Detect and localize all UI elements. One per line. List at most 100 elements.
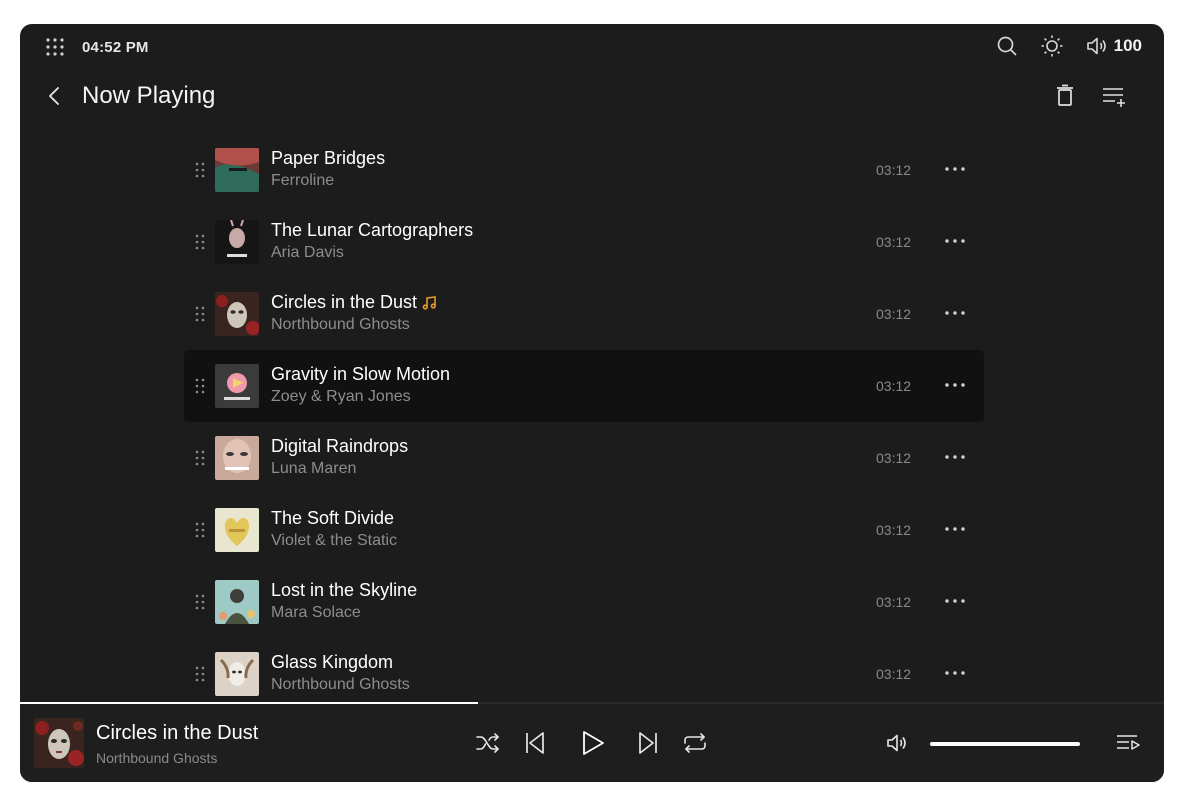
- repeat-icon: [683, 733, 707, 753]
- track-duration: 03:12: [876, 306, 912, 322]
- skip-previous-icon: [524, 731, 546, 755]
- more-options-button[interactable]: [944, 304, 966, 322]
- page-header: Now Playing: [20, 74, 1164, 118]
- more-horizontal-icon: [944, 232, 966, 250]
- more-options-button[interactable]: [944, 232, 966, 250]
- track-artist: Northbound Ghosts: [271, 316, 410, 333]
- track-title: The Lunar Cartographers: [271, 220, 473, 241]
- track-duration: 03:12: [876, 378, 912, 394]
- volume-slider-fill: [930, 742, 1080, 746]
- volume-status[interactable]: 100: [1086, 35, 1142, 57]
- track-artist: Mara Solace: [271, 604, 361, 621]
- album-art: [215, 220, 259, 264]
- queue-row[interactable]: The Lunar Cartographers Aria Davis 03:12: [184, 206, 984, 278]
- play-icon: [581, 730, 605, 756]
- more-horizontal-icon: [944, 664, 966, 682]
- player-track-title: Circles in the Dust: [96, 722, 259, 744]
- track-title-text: Glass Kingdom: [271, 652, 394, 672]
- search-icon[interactable]: [996, 35, 1018, 57]
- next-track-button[interactable]: [635, 730, 661, 756]
- more-horizontal-icon: [944, 448, 966, 466]
- add-to-playlist-button[interactable]: [1102, 86, 1126, 110]
- track-title-text: Lost in the Skyline: [271, 580, 418, 600]
- status-right: 100: [974, 34, 1142, 58]
- clear-queue-button[interactable]: [1054, 84, 1078, 108]
- album-art: [215, 652, 259, 696]
- queue-list: Paper Bridges Ferroline 03:12 The Lunar Car…: [184, 134, 984, 710]
- track-artist: Aria Davis: [271, 244, 344, 261]
- skip-next-icon: [637, 731, 659, 755]
- music-note-icon: [422, 295, 436, 310]
- drag-handle-icon[interactable]: [194, 450, 206, 466]
- queue-row[interactable]: The Soft Divide Violet & the Static 03:12: [184, 494, 984, 566]
- mini-player: Circles in the Dust Northbound Ghosts: [20, 704, 1164, 782]
- player-album-art[interactable]: [34, 718, 84, 768]
- playlist-add-icon: [1102, 86, 1126, 108]
- track-title: Circles in the Dust: [271, 292, 436, 313]
- drag-handle-icon[interactable]: [194, 306, 206, 322]
- repeat-button[interactable]: [682, 730, 708, 756]
- queue-button[interactable]: [1116, 734, 1140, 754]
- track-artist: Northbound Ghosts: [271, 676, 410, 693]
- more-options-button[interactable]: [944, 448, 966, 466]
- track-duration: 03:12: [876, 450, 912, 466]
- page-title: Now Playing: [82, 82, 216, 109]
- track-title-text: Gravity in Slow Motion: [271, 364, 451, 384]
- more-options-button[interactable]: [944, 520, 966, 538]
- brightness-icon[interactable]: [1040, 34, 1064, 58]
- more-horizontal-icon: [944, 520, 966, 538]
- more-options-button[interactable]: [944, 160, 966, 178]
- volume-icon: [886, 732, 912, 754]
- track-title: Lost in the Skyline: [271, 580, 417, 601]
- previous-track-button[interactable]: [522, 730, 548, 756]
- player-volume-button[interactable]: [886, 732, 912, 756]
- more-horizontal-icon: [944, 376, 966, 394]
- album-art: [215, 364, 259, 408]
- shuffle-button[interactable]: [475, 730, 501, 756]
- queue-row[interactable]: Glass Kingdom Northbound Ghosts 03:12: [184, 638, 984, 710]
- queue-row[interactable]: Lost in the Skyline Mara Solace 03:12: [184, 566, 984, 638]
- drag-handle-icon[interactable]: [194, 162, 206, 178]
- track-title-text: The Soft Divide: [271, 508, 395, 528]
- drag-handle-icon[interactable]: [194, 594, 206, 610]
- track-duration: 03:12: [876, 594, 912, 610]
- drag-handle-icon[interactable]: [194, 234, 206, 250]
- status-bar: 04:52 PM 100: [20, 24, 1164, 70]
- track-title: Gravity in Slow Motion: [271, 364, 450, 385]
- track-duration: 03:12: [876, 666, 912, 682]
- shuffle-icon: [476, 733, 500, 753]
- volume-icon: [1086, 35, 1108, 57]
- more-options-button[interactable]: [944, 376, 966, 394]
- track-duration: 03:12: [876, 234, 912, 250]
- volume-slider[interactable]: [930, 742, 1080, 746]
- more-options-button[interactable]: [944, 664, 966, 682]
- track-artist: Zoey & Ryan Jones: [271, 388, 411, 405]
- back-button[interactable]: [44, 84, 64, 108]
- drag-handle-icon[interactable]: [194, 522, 206, 538]
- more-options-button[interactable]: [944, 592, 966, 610]
- track-artist: Violet & the Static: [271, 532, 397, 549]
- queue-row[interactable]: Digital Raindrops Luna Maren 03:12: [184, 422, 984, 494]
- queue-row[interactable]: Circles in the Dust Northbound Ghosts 03:1…: [184, 278, 984, 350]
- track-title: Digital Raindrops: [271, 436, 408, 457]
- track-artist: Ferroline: [271, 172, 335, 189]
- more-horizontal-icon: [944, 160, 966, 178]
- drag-handle-icon[interactable]: [194, 666, 206, 682]
- music-app-window: 04:52 PM 100 Now Playing Paper Bridges F…: [20, 24, 1164, 782]
- volume-level: 100: [1113, 36, 1142, 55]
- play-button[interactable]: [580, 730, 606, 756]
- apps-grid-icon[interactable]: [46, 38, 64, 56]
- queue-row[interactable]: Paper Bridges Ferroline 03:12: [184, 134, 984, 206]
- track-title: Glass Kingdom: [271, 652, 393, 673]
- back-chevron-icon: [48, 86, 60, 106]
- queue-row[interactable]: Gravity in Slow Motion Zoey & Ryan Jones 0…: [184, 350, 984, 422]
- more-horizontal-icon: [944, 592, 966, 610]
- drag-handle-icon[interactable]: [194, 378, 206, 394]
- more-horizontal-icon: [944, 304, 966, 322]
- album-art: [215, 436, 259, 480]
- album-art: [215, 580, 259, 624]
- player-track-artist: Northbound Ghosts: [96, 750, 218, 766]
- track-title-text: Circles in the Dust: [271, 292, 418, 312]
- track-duration: 03:12: [876, 162, 912, 178]
- track-duration: 03:12: [876, 522, 912, 538]
